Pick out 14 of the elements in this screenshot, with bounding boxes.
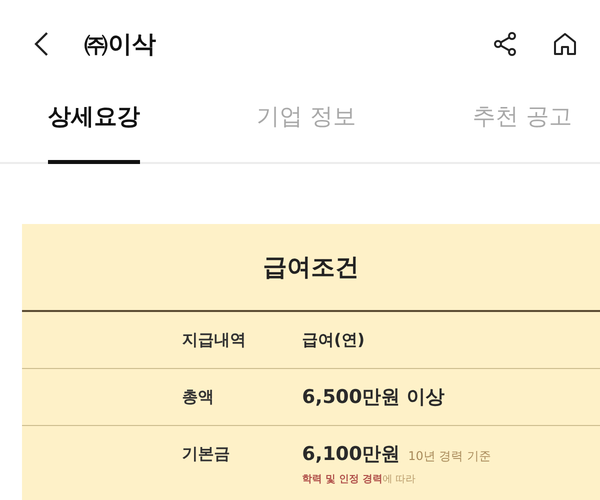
tab[interactable]: 상세요강 (48, 87, 140, 164)
value-note: 10년 경력 기준 (408, 448, 492, 465)
row-label: 지급내역 (182, 329, 247, 351)
row-label: 기본금 (182, 443, 231, 465)
chevron-left-icon (32, 30, 50, 58)
row-value: 급여(연) (302, 329, 365, 351)
remark-text: 학력 및 인정 경력에 따라 (302, 473, 417, 486)
page-title: ㈜이삭 (84, 28, 157, 60)
card-title: 급여조건 (22, 224, 600, 312)
row-value: 6,100만원 (302, 442, 400, 467)
tab[interactable]: 추천 공고 (472, 87, 572, 164)
tab[interactable]: 기업 정보 (256, 87, 356, 164)
row-label: 총액 (182, 386, 215, 408)
row-value: 6,500만원 이상 (302, 385, 445, 410)
